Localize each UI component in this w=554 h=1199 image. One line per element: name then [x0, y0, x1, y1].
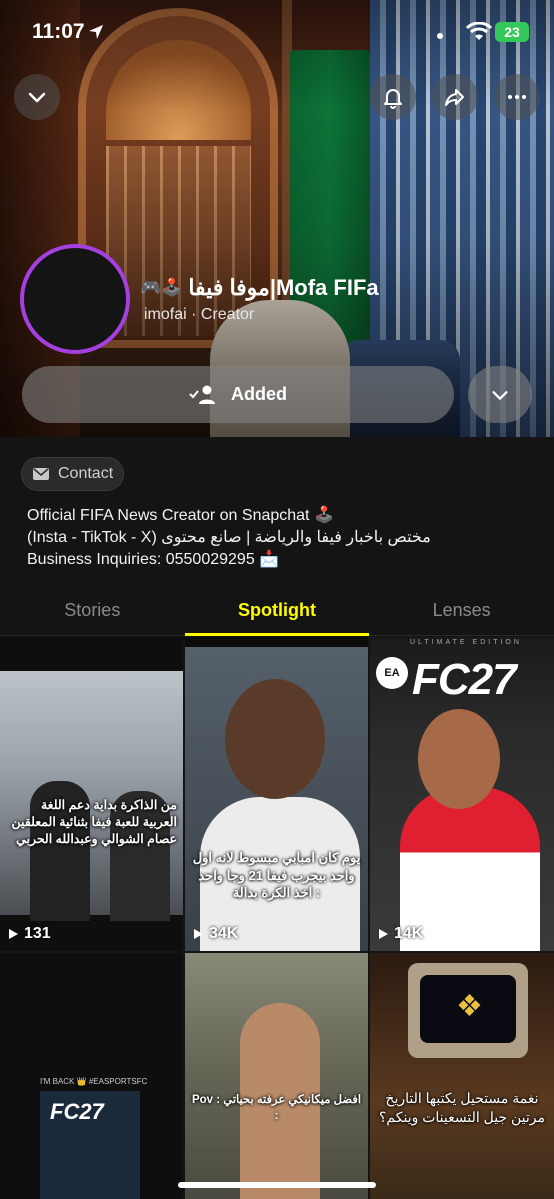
- spotlight-tile[interactable]: I'M BACK 👑 #EASPORTSFC FC27: [0, 953, 183, 1199]
- fc27-logo: FC27: [50, 1099, 104, 1124]
- ea-sports-logo: EA: [376, 657, 408, 689]
- view-count-value: 14K: [394, 925, 424, 942]
- tile-caption: نغمة مستحيل يكتبها التاريخ مرتين جيل الت…: [378, 1090, 546, 1125]
- tab-spotlight[interactable]: Spotlight: [184, 588, 370, 636]
- profile-tabs: Stories Spotlight Lenses: [0, 588, 554, 636]
- view-count-value: 34K: [209, 925, 239, 942]
- view-count: 14K: [378, 925, 423, 943]
- tab-stories[interactable]: Stories: [0, 588, 185, 635]
- added-label: Added: [231, 384, 287, 404]
- added-friend-icon: [189, 385, 215, 404]
- contact-button[interactable]: Contact: [21, 457, 124, 491]
- status-time: 11:07: [32, 20, 85, 43]
- play-icon: [9, 929, 18, 939]
- bio-line-3: Business Inquiries: 0550029295 📩: [27, 551, 280, 568]
- spotlight-tile[interactable]: Pov : افضل ميكانيكي عرفته بحياتي :: [185, 953, 368, 1199]
- spotlight-tile[interactable]: ❖ نغمة مستحيل يكتبها التاريخ مرتين جيل ا…: [370, 953, 554, 1199]
- username-role: imofai · Creator: [144, 306, 255, 323]
- bell-icon: [384, 89, 402, 109]
- contact-label: Contact: [58, 465, 114, 482]
- edition-label: ULTIMATE EDITION: [410, 639, 522, 646]
- spotlight-tile[interactable]: يوم كان امبابي مبسوط لانه اول واحد بيجرب…: [185, 637, 368, 951]
- playstation-logo: ❖: [456, 990, 483, 1023]
- play-icon: [194, 929, 203, 939]
- chevron-down-icon: [28, 92, 46, 103]
- notification-button[interactable]: [370, 74, 416, 120]
- wifi-icon: [466, 22, 492, 40]
- chevron-down-icon: [492, 390, 508, 400]
- expand-actions-button[interactable]: [468, 366, 532, 423]
- spotlight-tile[interactable]: من الذاكرة بداية دعم اللغة العربية للعبة…: [0, 637, 183, 951]
- tab-lenses[interactable]: Lenses: [369, 588, 554, 635]
- bio-line-1: Official FIFA News Creator on Snapchat 🕹…: [27, 507, 334, 524]
- share-icon: [445, 89, 464, 106]
- mail-icon: [33, 468, 49, 480]
- view-count: 131: [8, 925, 51, 943]
- view-count: 34K: [193, 925, 238, 943]
- more-options-button[interactable]: [494, 74, 540, 120]
- avatar[interactable]: [20, 244, 130, 354]
- tile-caption: من الذاكرة بداية دعم اللغة العربية للعبة…: [11, 798, 177, 846]
- tweet-text: I'M BACK 👑 #EASPORTSFC: [40, 1077, 148, 1086]
- collapse-button[interactable]: [14, 74, 60, 120]
- spotlight-tile[interactable]: ULTIMATE EDITION EA FC27 14K: [370, 637, 554, 951]
- tile-caption: Pov : افضل ميكانيكي عرفته بحياتي :: [191, 1094, 362, 1122]
- battery-indicator: 23: [495, 22, 529, 42]
- play-icon: [379, 929, 388, 939]
- name-emoji: 🎮🕹️: [140, 278, 183, 297]
- fc27-logo: FC27: [412, 655, 517, 704]
- more-icon: [508, 95, 526, 99]
- status-dot: [437, 33, 443, 39]
- bio-line-2: مختص باخبار فيفا والرياضة | صانع محتوى (…: [27, 529, 431, 546]
- location-arrow-icon: [89, 25, 103, 39]
- tile-caption: يوم كان امبابي مبسوط لانه اول واحد بيجرب…: [192, 850, 361, 901]
- profile-name: 🎮🕹️ موفا فيفا|Mofa FIFa: [140, 272, 540, 304]
- view-count-value: 131: [24, 925, 51, 942]
- display-name: موفا فيفا|Mofa FIFa: [188, 275, 379, 300]
- home-indicator[interactable]: [178, 1182, 376, 1188]
- added-button[interactable]: Added: [22, 366, 454, 423]
- share-button[interactable]: [432, 74, 478, 120]
- status-bar: 11:07 23: [0, 0, 554, 64]
